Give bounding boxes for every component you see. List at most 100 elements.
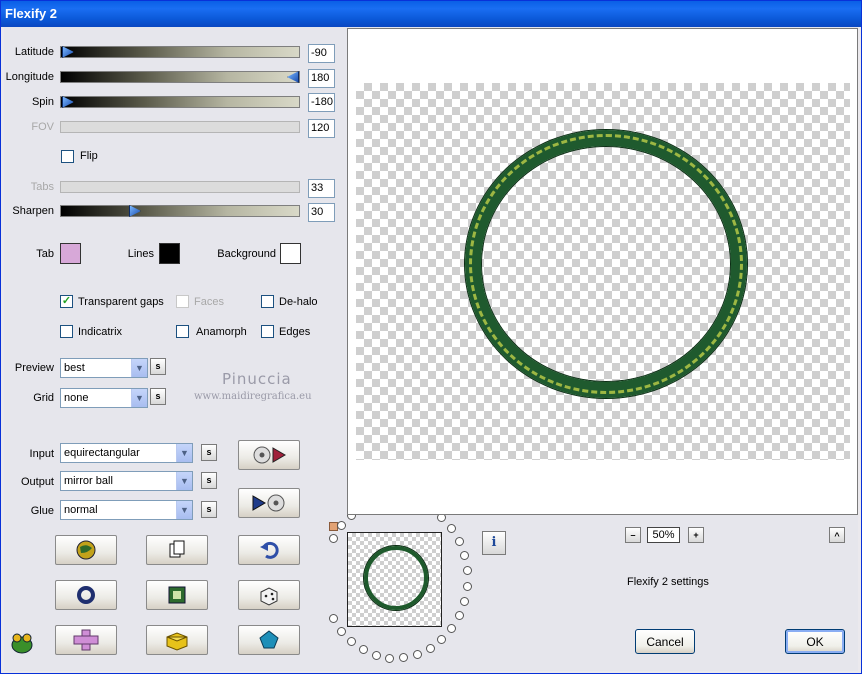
spin-value[interactable]: -180 (308, 93, 335, 112)
tab-color-swatch[interactable] (60, 243, 81, 264)
chevron-down-icon[interactable]: ▼ (131, 389, 147, 407)
navigator-dot[interactable] (358, 645, 368, 655)
fov-slider[interactable] (60, 121, 300, 133)
arrow-to-disc-icon (252, 494, 285, 512)
sharpen-slider[interactable] (60, 205, 300, 217)
slider-thumb[interactable] (62, 96, 74, 108)
navigator-dot[interactable] (454, 611, 464, 621)
disc-to-arrow-icon (253, 446, 286, 464)
slider-thumb[interactable] (129, 205, 141, 217)
pentagon-shape-button[interactable] (238, 625, 300, 655)
input-s-button[interactable]: s (201, 444, 217, 461)
navigator-dot[interactable] (447, 523, 457, 533)
random-button[interactable] (238, 580, 300, 610)
frame-shape-button[interactable] (146, 580, 208, 610)
output-label: Output (20, 476, 54, 488)
glue-s-button[interactable]: s (201, 501, 217, 518)
navigator-dot[interactable] (336, 521, 346, 531)
grid-s-button[interactable]: s (150, 388, 166, 405)
navigator-dot[interactable] (336, 626, 346, 636)
longitude-slider[interactable] (60, 71, 300, 83)
navigator-dot[interactable] (425, 644, 435, 654)
output-select[interactable]: mirror ball ▼ (60, 471, 193, 491)
copy-button[interactable] (146, 535, 208, 565)
zoom-out-button[interactable]: – (625, 527, 641, 543)
grid-select[interactable]: none ▼ (60, 388, 148, 408)
background-color-swatch[interactable] (280, 243, 301, 264)
glue-select-value: normal (64, 504, 98, 516)
watermark-name: Pinuccia (222, 370, 292, 388)
navigator-dot[interactable] (346, 637, 356, 647)
ok-button[interactable]: OK (785, 629, 845, 654)
navigator-dot[interactable] (328, 534, 338, 543)
input-label: Input (29, 448, 54, 460)
tabs-label: Tabs (30, 181, 54, 193)
glue-select[interactable]: normal ▼ (60, 500, 193, 520)
navigator-dot[interactable] (437, 635, 447, 645)
info-button[interactable]: i (482, 531, 506, 555)
chevron-down-icon[interactable]: ▼ (176, 444, 192, 462)
chevron-down-icon[interactable]: ▼ (176, 501, 192, 519)
chevron-down-icon[interactable]: ▼ (176, 472, 192, 490)
watermark-url: www.maidiregrafica.eu (194, 391, 312, 402)
preview-canvas (356, 83, 850, 460)
preview-select[interactable]: best ▼ (60, 358, 148, 378)
tab-color-label: Tab (36, 248, 54, 260)
latitude-value[interactable]: -90 (308, 44, 335, 63)
edges-checkbox[interactable] (261, 325, 274, 338)
ring-shape-button[interactable] (55, 580, 117, 610)
navigator-dot[interactable] (328, 614, 338, 623)
preview-panel[interactable] (347, 28, 858, 515)
latitude-slider[interactable] (60, 46, 300, 58)
load-input-button[interactable] (238, 440, 300, 470)
globe-icon (76, 540, 96, 560)
faces-checkbox[interactable] (176, 295, 189, 308)
navigator-dot[interactable] (447, 624, 457, 634)
input-select[interactable]: equirectangular ▼ (60, 443, 193, 463)
save-output-button[interactable] (238, 488, 300, 518)
collapse-button[interactable]: ^ (829, 527, 845, 543)
randomize-globe-button[interactable] (55, 535, 117, 565)
navigator-dot[interactable] (462, 581, 472, 591)
background-color-label: Background (217, 248, 276, 260)
fov-value[interactable]: 120 (308, 119, 335, 138)
de-halo-checkbox[interactable] (261, 295, 274, 308)
anamorph-checkbox[interactable] (176, 325, 189, 338)
cross-shape-button[interactable] (55, 625, 117, 655)
preview-s-button[interactable]: s (150, 358, 166, 375)
longitude-value[interactable]: 180 (308, 69, 335, 88)
undo-button[interactable] (238, 535, 300, 565)
navigator-dot[interactable] (412, 650, 422, 660)
navigator-dot[interactable] (459, 551, 469, 561)
ring-icon (77, 586, 95, 604)
navigator-dot[interactable] (399, 653, 409, 663)
chevron-down-icon[interactable]: ▼ (131, 359, 147, 377)
navigator-dot[interactable] (454, 536, 464, 546)
flip-label: Flip (80, 150, 98, 162)
navigator-dot[interactable] (462, 566, 472, 576)
slider-thumb[interactable] (287, 71, 299, 83)
navigator-dot[interactable] (385, 653, 395, 663)
indicatrix-checkbox[interactable] (60, 325, 73, 338)
grid-label: Grid (33, 392, 54, 404)
transparent-gaps-checkbox[interactable]: ✓ (60, 295, 73, 308)
flip-checkbox[interactable] (61, 150, 74, 163)
spin-slider[interactable] (60, 96, 300, 108)
tabs-slider[interactable] (60, 181, 300, 193)
zoom-in-button[interactable]: + (688, 527, 704, 543)
preview-label: Preview (14, 362, 54, 374)
sharpen-value[interactable]: 30 (308, 203, 335, 222)
lines-color-swatch[interactable] (159, 243, 180, 264)
preview-select-value: best (64, 362, 85, 374)
navigator-thumbnail[interactable] (347, 532, 442, 627)
slider-thumb[interactable] (62, 46, 74, 58)
dice-icon (260, 587, 278, 606)
cancel-button[interactable]: Cancel (635, 629, 695, 654)
output-s-button[interactable]: s (201, 472, 217, 489)
cube-shape-button[interactable] (146, 625, 208, 655)
navigator-dot[interactable] (371, 651, 381, 661)
tabs-value[interactable]: 33 (308, 179, 335, 198)
zoom-level[interactable]: 50% (647, 527, 680, 543)
fov-label: FOV (31, 121, 54, 133)
navigator-dot[interactable] (459, 596, 469, 606)
